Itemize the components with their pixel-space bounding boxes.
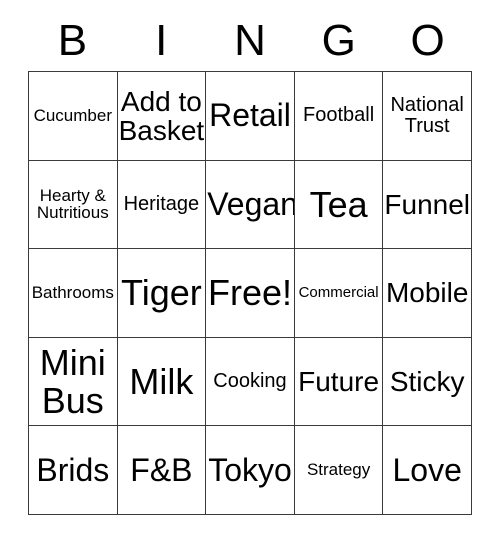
bingo-cell[interactable]: Future	[294, 337, 384, 427]
bingo-cell[interactable]: Vegan	[206, 160, 295, 250]
bingo-cell[interactable]: Strategy	[294, 426, 384, 515]
bingo-cell-label: Heritage	[123, 192, 200, 215]
bingo-cell[interactable]: F&B	[117, 426, 207, 515]
bingo-grid: Cucumber Add to Basket Retail Football Natio…	[28, 71, 472, 515]
bingo-cell[interactable]: Cucumber	[29, 72, 118, 161]
bingo-cell-label: Strategy	[306, 460, 371, 480]
bingo-cell-label: Tea	[309, 183, 368, 225]
bingo-cell-label: F&B	[130, 451, 193, 488]
bingo-cell[interactable]: Funnel	[383, 160, 472, 250]
bingo-cell-label: Sticky	[389, 366, 465, 398]
bingo-header-row: B I N G O	[28, 14, 472, 68]
bingo-cell[interactable]: Bathrooms	[29, 249, 118, 338]
bingo-card: B I N G O Cucumber Add to Basket Retail Foo…	[0, 0, 500, 544]
bingo-header-letter-i: I	[155, 16, 168, 65]
bingo-header-letter-n: N	[234, 16, 266, 65]
bingo-cell[interactable]: Sticky	[383, 337, 472, 427]
bingo-cell-label: Brids	[36, 451, 110, 488]
bingo-cell-label: Milk	[129, 360, 194, 402]
bingo-cell-label: Commercial	[298, 284, 379, 302]
bingo-cell-label: Mini Bus	[39, 342, 106, 421]
bingo-cell-label: Future	[298, 366, 380, 398]
bingo-cell-label: Free!	[207, 272, 292, 314]
bingo-cell-label: Cucumber	[33, 105, 112, 125]
bingo-cell-label: Tokyo	[208, 451, 292, 488]
bingo-cell[interactable]: Heritage	[117, 160, 207, 250]
bingo-cell[interactable]: Cooking	[206, 337, 295, 427]
bingo-cell-label: Tiger	[121, 272, 202, 314]
bingo-cell[interactable]: Add to Basket	[117, 72, 207, 161]
bingo-cell[interactable]: Brids	[29, 426, 118, 515]
bingo-header-letter-b: B	[57, 16, 88, 65]
bingo-cell-free-space[interactable]: Free!	[206, 249, 295, 338]
bingo-cell-label: Vegan	[207, 185, 295, 222]
bingo-cell[interactable]: Tokyo	[206, 426, 295, 515]
bingo-cell-label: Football	[303, 104, 375, 127]
bingo-cell-label: Hearty & Nutritious	[36, 185, 109, 223]
bingo-cell-label: Retail	[209, 97, 291, 134]
bingo-cell-label: Cooking	[213, 370, 287, 393]
bingo-cell[interactable]: Tea	[294, 160, 384, 250]
bingo-cell-label: Bathrooms	[31, 283, 114, 303]
bingo-cell-label: Funnel	[384, 188, 471, 220]
bingo-cell[interactable]: Retail	[206, 72, 295, 161]
bingo-cell-label: Mobile	[385, 277, 469, 309]
bingo-cell[interactable]: Milk	[117, 337, 207, 427]
bingo-cell-label: Love	[392, 451, 462, 488]
bingo-cell[interactable]: Football	[294, 72, 384, 161]
bingo-cell[interactable]: Commercial	[294, 249, 384, 338]
bingo-cell[interactable]: Mini Bus	[29, 337, 118, 427]
bingo-cell-label: National Trust	[390, 94, 464, 137]
bingo-cell[interactable]: National Trust	[383, 72, 472, 161]
bingo-cell[interactable]: Tiger	[117, 249, 207, 338]
bingo-cell-label: Add to Basket	[118, 85, 205, 146]
bingo-header-letter-g: G	[321, 16, 356, 65]
bingo-header-letter-o: O	[410, 16, 445, 65]
bingo-cell[interactable]: Mobile	[383, 249, 472, 338]
bingo-cell[interactable]: Hearty & Nutritious	[29, 160, 118, 250]
bingo-cell[interactable]: Love	[383, 426, 472, 515]
